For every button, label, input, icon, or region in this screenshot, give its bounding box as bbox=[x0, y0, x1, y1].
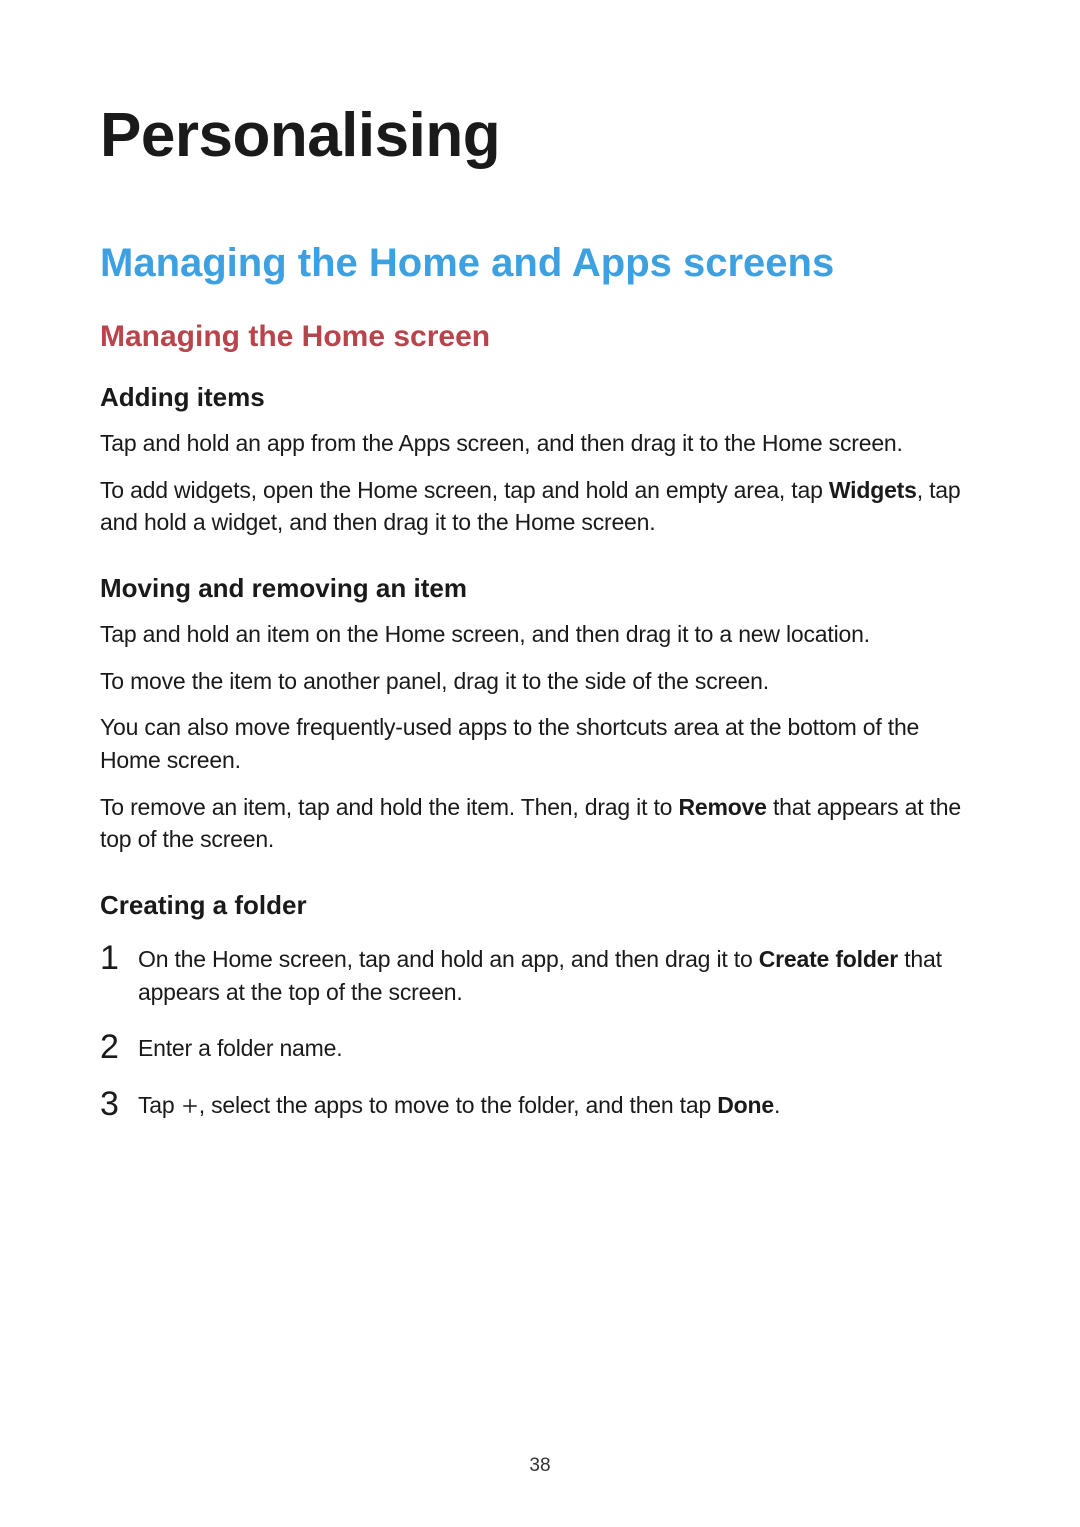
step-number: 2 bbox=[100, 1030, 138, 1064]
moving-heading: Moving and removing an item bbox=[100, 573, 980, 604]
body-text: To remove an item, tap and hold the item… bbox=[100, 791, 980, 856]
text-span: , select the apps to move to the folder,… bbox=[199, 1092, 718, 1118]
document-page: Personalising Managing the Home and Apps… bbox=[0, 0, 1080, 1527]
adding-items-heading: Adding items bbox=[100, 382, 980, 413]
step-item: 1 On the Home screen, tap and hold an ap… bbox=[100, 943, 980, 1008]
body-text: Tap and hold an app from the Apps screen… bbox=[100, 427, 980, 460]
step-body: On the Home screen, tap and hold an app,… bbox=[138, 943, 980, 1008]
page-number: 38 bbox=[0, 1455, 1080, 1477]
subsection-heading: Managing the Home screen bbox=[100, 320, 980, 354]
bold-remove: Remove bbox=[678, 794, 766, 820]
step-item: 2 Enter a folder name. bbox=[100, 1032, 980, 1065]
body-text: You can also move frequently-used apps t… bbox=[100, 711, 980, 776]
text-span: To remove an item, tap and hold the item… bbox=[100, 794, 678, 820]
body-text: Tap and hold an item on the Home screen,… bbox=[100, 618, 980, 651]
text-span: On the Home screen, tap and hold an app,… bbox=[138, 946, 759, 972]
text-span: To add widgets, open the Home screen, ta… bbox=[100, 477, 829, 503]
text-span: . bbox=[774, 1092, 780, 1118]
step-number: 1 bbox=[100, 941, 138, 975]
moving-section: Moving and removing an item Tap and hold… bbox=[100, 573, 980, 856]
step-body: Enter a folder name. bbox=[138, 1032, 980, 1065]
bold-widgets: Widgets bbox=[829, 477, 917, 503]
bold-create-folder: Create folder bbox=[759, 946, 898, 972]
step-body: Tap , select the apps to move to the fol… bbox=[138, 1089, 980, 1124]
body-text: To add widgets, open the Home screen, ta… bbox=[100, 474, 980, 539]
step-number: 3 bbox=[100, 1087, 138, 1121]
plus-icon bbox=[181, 1091, 199, 1124]
steps-list: 1 On the Home screen, tap and hold an ap… bbox=[100, 943, 980, 1124]
section-heading: Managing the Home and Apps screens bbox=[100, 241, 980, 286]
adding-items-section: Adding items Tap and hold an app from th… bbox=[100, 382, 980, 539]
folder-heading: Creating a folder bbox=[100, 890, 980, 921]
bold-done: Done bbox=[717, 1092, 774, 1118]
folder-section: Creating a folder 1 On the Home screen, … bbox=[100, 890, 980, 1124]
body-text: To move the item to another panel, drag … bbox=[100, 665, 980, 698]
page-title: Personalising bbox=[100, 100, 980, 171]
step-item: 3 Tap , select the apps to move to the f… bbox=[100, 1089, 980, 1124]
text-span: Tap bbox=[138, 1092, 181, 1118]
